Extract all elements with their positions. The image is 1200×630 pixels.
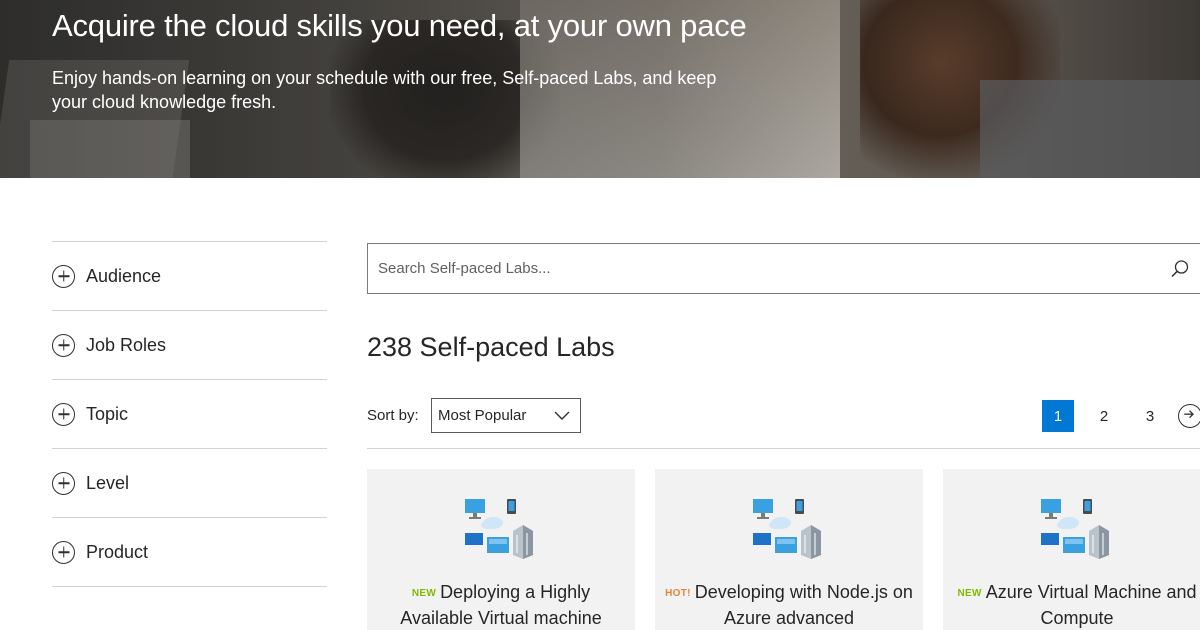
- sort-dropdown[interactable]: Most Popular: [431, 398, 581, 433]
- plus-circle-icon: [52, 471, 75, 495]
- filter-topic[interactable]: Topic: [52, 380, 327, 449]
- lab-card[interactable]: NEW Deploying a Highly Available Virtual …: [367, 469, 635, 630]
- filter-label: Topic: [86, 403, 129, 424]
- new-badge: NEW: [957, 588, 982, 599]
- plus-circle-icon: [52, 264, 75, 288]
- hero-banner: Acquire the cloud skills you need, at yo…: [0, 0, 1200, 178]
- lab-card[interactable]: HOT! Developing with Node.js on Azure adv…: [655, 469, 923, 630]
- arrow-right-circle-icon[interactable]: [1178, 404, 1200, 428]
- filter-job-roles[interactable]: Job Roles: [52, 311, 327, 380]
- lab-card-title-text: Developing with Node.js on Azure advance…: [694, 582, 913, 628]
- filter-level[interactable]: Level: [52, 449, 327, 518]
- filter-audience[interactable]: Audience: [52, 242, 327, 311]
- search-box: [367, 243, 1200, 294]
- filter-product[interactable]: Product: [52, 518, 327, 587]
- hero-subtitle: Enjoy hands-on learning on your schedule…: [52, 68, 717, 112]
- sort-selected-value: Most Popular: [438, 407, 527, 424]
- hot-badge: HOT!: [665, 588, 691, 599]
- lab-card-title: NEW Azure Virtual Machine and Compute: [951, 580, 1200, 630]
- page-3-button[interactable]: 3: [1134, 400, 1166, 432]
- lab-card[interactable]: NEW Azure Virtual Machine and Compute: [943, 469, 1200, 630]
- filter-label: Product: [86, 541, 149, 562]
- page-1-button[interactable]: 1: [1042, 400, 1074, 432]
- lab-card-title: HOT! Developing with Node.js on Azure adv…: [663, 580, 915, 630]
- hero-title: Acquire the cloud skills you need, at yo…: [52, 8, 747, 43]
- page-2-button[interactable]: 2: [1088, 400, 1120, 432]
- filter-label: Job Roles: [86, 334, 167, 355]
- cloud-infrastructure-icon: [753, 499, 821, 559]
- plus-circle-icon: [52, 540, 75, 564]
- results-count: 238 Self-paced Labs: [367, 332, 615, 362]
- divider: [367, 448, 1200, 449]
- plus-circle-icon: [52, 402, 75, 426]
- filter-sidebar: Audience Job Roles Topic Level Product: [52, 241, 327, 587]
- sort-label: Sort by:: [367, 407, 419, 424]
- filter-label: Level: [86, 472, 130, 493]
- filter-label: Audience: [86, 265, 162, 286]
- plus-circle-icon: [52, 333, 75, 357]
- cloud-infrastructure-icon: [1041, 499, 1109, 559]
- pagination: 1 2 3: [1042, 400, 1200, 432]
- search-input[interactable]: [368, 244, 1148, 293]
- lab-card-title-text: Azure Virtual Machine and Compute: [985, 582, 1197, 628]
- new-badge: NEW: [411, 588, 437, 599]
- lab-card-title: NEW Deploying a Highly Available Virtual …: [375, 580, 627, 630]
- search-icon[interactable]: [1170, 259, 1190, 279]
- chevron-down-icon: [554, 411, 570, 420]
- cloud-infrastructure-icon: [465, 499, 533, 559]
